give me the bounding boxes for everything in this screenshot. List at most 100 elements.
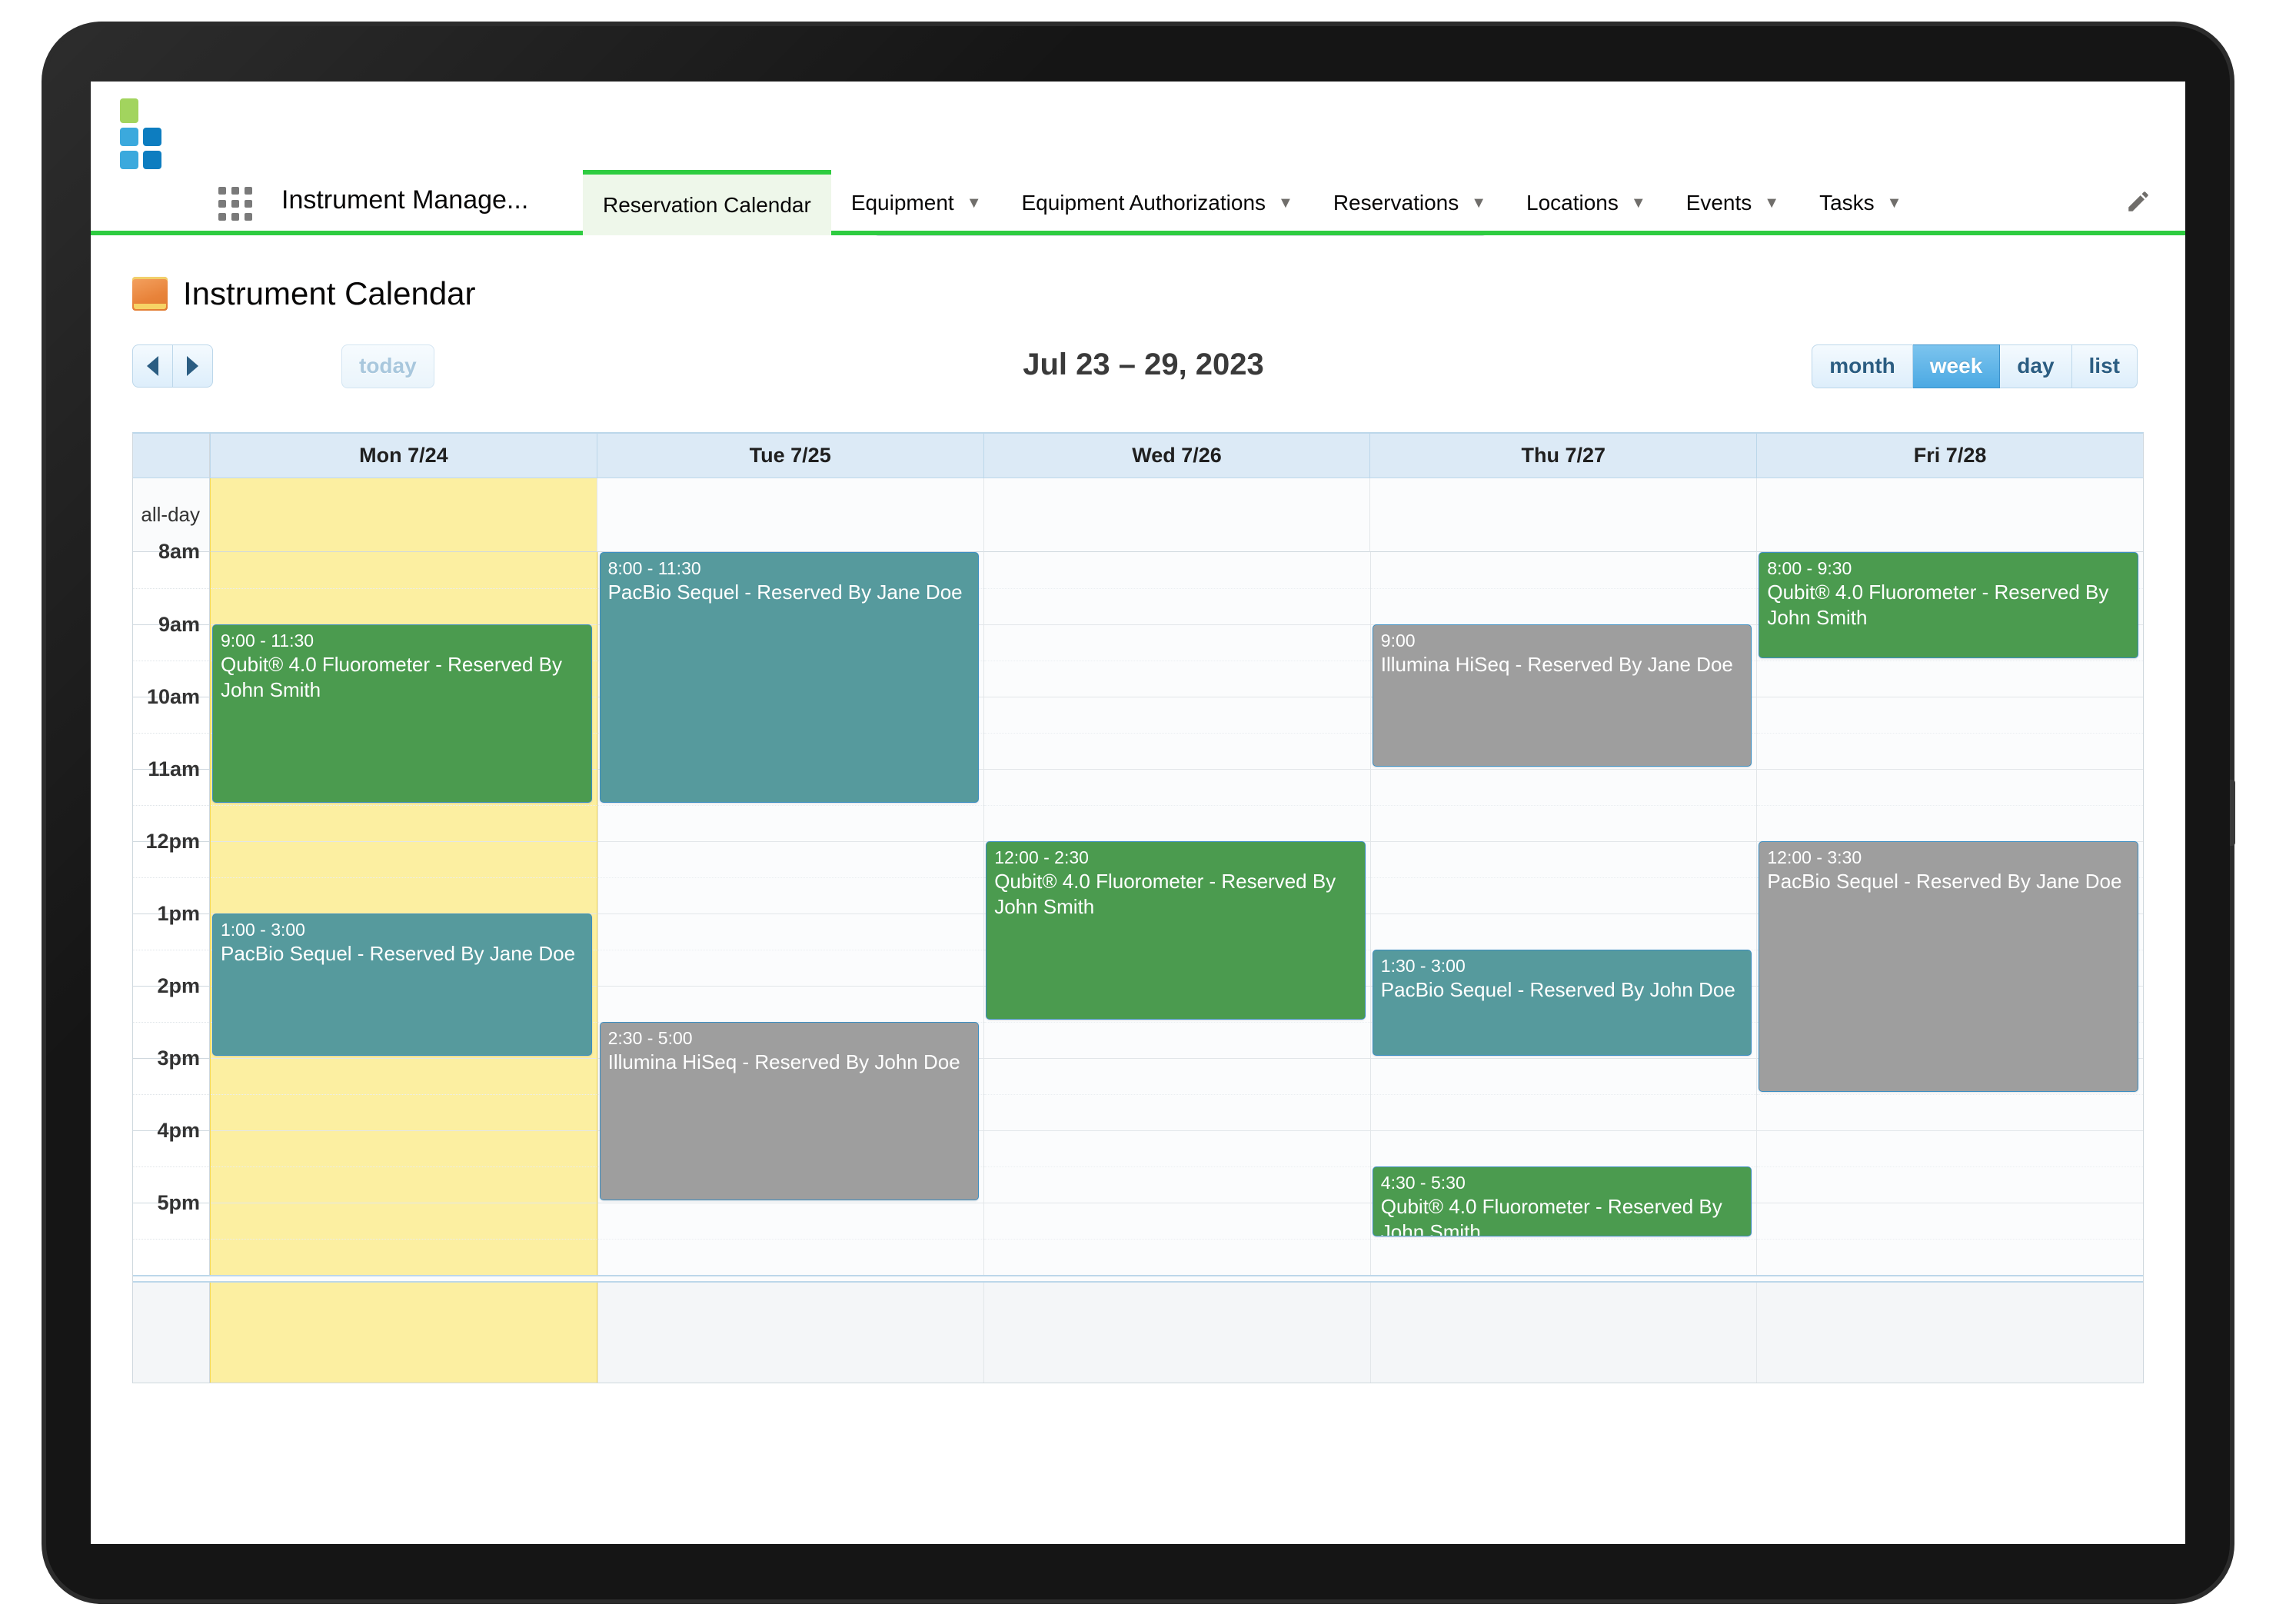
day-header-fri[interactable]: Fri 7/28 [1756, 434, 2143, 478]
day-header-tue[interactable]: Tue 7/25 [596, 434, 983, 478]
grid-line [984, 1094, 1370, 1095]
tab-locations[interactable]: Locations ▼ [1506, 170, 1666, 235]
calendar-event[interactable]: 4:30 - 5:30 Qubit® 4.0 Fluorometer - Rese… [1372, 1166, 1752, 1236]
view-month-button[interactable]: month [1812, 344, 1913, 388]
all-day-cell-thu[interactable] [1369, 478, 1757, 552]
day-header-thu[interactable]: Thu 7/27 [1369, 434, 1757, 478]
calendar-event[interactable]: 1:00 - 3:00 PacBio Sequel - Reserved By J… [212, 914, 592, 1056]
day-column-wed[interactable]: 12:00 - 2:30 Qubit® 4.0 Fluorometer - Res… [983, 552, 1370, 1275]
page-title: Instrument Calendar [132, 275, 2155, 312]
day-column-tue[interactable]: 8:00 - 11:30 PacBio Sequel - Reserved By … [597, 552, 984, 1275]
grid-line [211, 1058, 597, 1059]
all-day-cell-wed[interactable] [983, 478, 1370, 552]
all-day-cell-mon[interactable] [210, 478, 597, 552]
footer-cell-fri [1756, 1283, 2143, 1383]
event-title: Qubit® 4.0 Fluorometer - Reserved By Joh… [221, 652, 562, 702]
event-time: 8:00 - 11:30 [607, 558, 701, 578]
event-time: 8:00 - 9:30 [1767, 558, 1852, 578]
tab-label: Equipment [850, 190, 954, 215]
page-body: Instrument Calendar today Jul 23 – 29, 2… [91, 275, 2185, 1383]
view-list-button[interactable]: list [2071, 344, 2138, 388]
event-title: PacBio Sequel - Reserved By Jane Doe [607, 580, 963, 604]
page-title-text: Instrument Calendar [183, 275, 476, 311]
all-day-cell-fri[interactable] [1756, 478, 2143, 552]
chevron-down-icon[interactable]: ▼ [967, 195, 982, 211]
calendar-toolbar: today Jul 23 – 29, 2023 month week day l… [132, 344, 2155, 414]
time-axis-hour-slot: 1pm [133, 902, 209, 950]
all-day-row: all-day [133, 478, 2143, 552]
chevron-down-icon[interactable]: ▼ [1278, 195, 1293, 211]
time-axis-label: 8am [158, 540, 200, 563]
tab-label: Events [1685, 190, 1752, 215]
chevron-down-icon[interactable]: ▼ [1631, 195, 1646, 211]
tab-label: Reservation Calendar [603, 192, 811, 217]
grid-line [1757, 1094, 2143, 1095]
grid-line [984, 1239, 1370, 1240]
day-column-thu[interactable]: 9:00 Illumina HiSeq - Reserved By Jane Do… [1369, 552, 1757, 1275]
time-axis-hour-slot: 10am [133, 685, 209, 733]
event-time: 12:00 - 3:30 [1767, 847, 1862, 867]
grid-line [211, 805, 597, 806]
day-column-mon[interactable]: 9:00 - 11:30 Qubit® 4.0 Fluorometer - Res… [210, 552, 597, 1275]
pencil-edit-icon[interactable] [2125, 188, 2151, 218]
grid-line [984, 733, 1370, 734]
tab-tasks[interactable]: Tasks ▼ [1799, 170, 1922, 235]
grid-line [211, 1166, 597, 1167]
calendar-event[interactable]: 9:00 Illumina HiSeq - Reserved By Jane Do… [1372, 624, 1752, 767]
all-day-cell-tue[interactable] [596, 478, 983, 552]
time-axis-hour-slot: 3pm [133, 1047, 209, 1094]
calendar-event[interactable]: 12:00 - 2:30 Qubit® 4.0 Fluorometer - Res… [986, 841, 1366, 1020]
tab-reservation-calendar[interactable]: Reservation Calendar [583, 170, 831, 235]
grid-line [211, 1239, 597, 1240]
event-time: 1:30 - 3:00 [1380, 956, 1466, 976]
grid-line [984, 1130, 1370, 1131]
tab-label: Tasks [1819, 190, 1875, 215]
tab-reservations[interactable]: Reservations ▼ [1313, 170, 1506, 235]
device-side-button [2230, 780, 2235, 846]
chevron-down-icon[interactable]: ▼ [1887, 195, 1902, 211]
calendar-event[interactable]: 8:00 - 9:30 Qubit® 4.0 Fluorometer - Rese… [1759, 552, 2138, 658]
event-time: 12:00 - 2:30 [994, 847, 1089, 867]
footer-axis-cell [133, 1283, 210, 1383]
tab-equipment-authorizations[interactable]: Equipment Authorizations ▼ [1001, 170, 1313, 235]
event-time: 4:30 - 5:30 [1380, 1173, 1466, 1193]
grid-line [211, 1094, 597, 1095]
time-axis-label: 11am [148, 757, 200, 780]
calendar-event[interactable]: 8:00 - 11:30 PacBio Sequel - Reserved By … [599, 552, 980, 803]
chevron-down-icon[interactable]: ▼ [1764, 195, 1779, 211]
grid-line [597, 986, 984, 987]
grid-line [597, 841, 984, 842]
footer-cell-tue [597, 1283, 984, 1383]
event-title: PacBio Sequel - Reserved By Jane Doe [221, 941, 576, 965]
calendar-event[interactable]: 12:00 - 3:30 PacBio Sequel - Reserved By … [1759, 841, 2138, 1092]
event-title: PacBio Sequel - Reserved By John Doe [1380, 977, 1735, 1001]
view-week-button[interactable]: week [1912, 344, 2001, 388]
time-axis-hour-slot: 11am [133, 757, 209, 805]
footer-cell-mon [210, 1283, 597, 1383]
calendar-event[interactable]: 1:30 - 3:00 PacBio Sequel - Reserved By J… [1372, 950, 1752, 1056]
time-axis-label: 3pm [157, 1047, 200, 1070]
view-day-button[interactable]: day [2000, 344, 2072, 388]
calendar-event[interactable]: 9:00 - 11:30 Qubit® 4.0 Fluorometer - Res… [212, 624, 592, 803]
app-name-label[interactable]: Instrument Manage... [281, 185, 528, 215]
time-axis-half-slot [133, 1239, 209, 1275]
event-time: 9:00 [1380, 631, 1416, 651]
grid-line [1370, 877, 1757, 878]
grid-line [597, 1239, 984, 1240]
orange-calendar-icon [132, 277, 168, 311]
day-header-mon[interactable]: Mon 7/24 [210, 434, 597, 478]
calendar-view-switcher: month week day list [1812, 344, 2138, 388]
global-header: Search... [91, 82, 2185, 236]
chevron-down-icon[interactable]: ▼ [1471, 195, 1486, 211]
app-launcher-icon[interactable] [218, 187, 252, 221]
time-axis-label: 12pm [145, 830, 200, 853]
tab-events[interactable]: Events ▼ [1666, 170, 1799, 235]
event-title: Qubit® 4.0 Fluorometer - Reserved By Joh… [994, 869, 1336, 919]
grid-line [211, 841, 597, 842]
grid-line [597, 877, 984, 878]
salesforce-logo[interactable] [120, 98, 171, 169]
calendar-event[interactable]: 2:30 - 5:00 Illumina HiSeq - Reserved By … [599, 1022, 980, 1200]
day-column-fri[interactable]: 8:00 - 9:30 Qubit® 4.0 Fluorometer - Rese… [1756, 552, 2143, 1275]
tab-equipment[interactable]: Equipment ▼ [831, 170, 1002, 235]
day-header-wed[interactable]: Wed 7/26 [983, 434, 1370, 478]
